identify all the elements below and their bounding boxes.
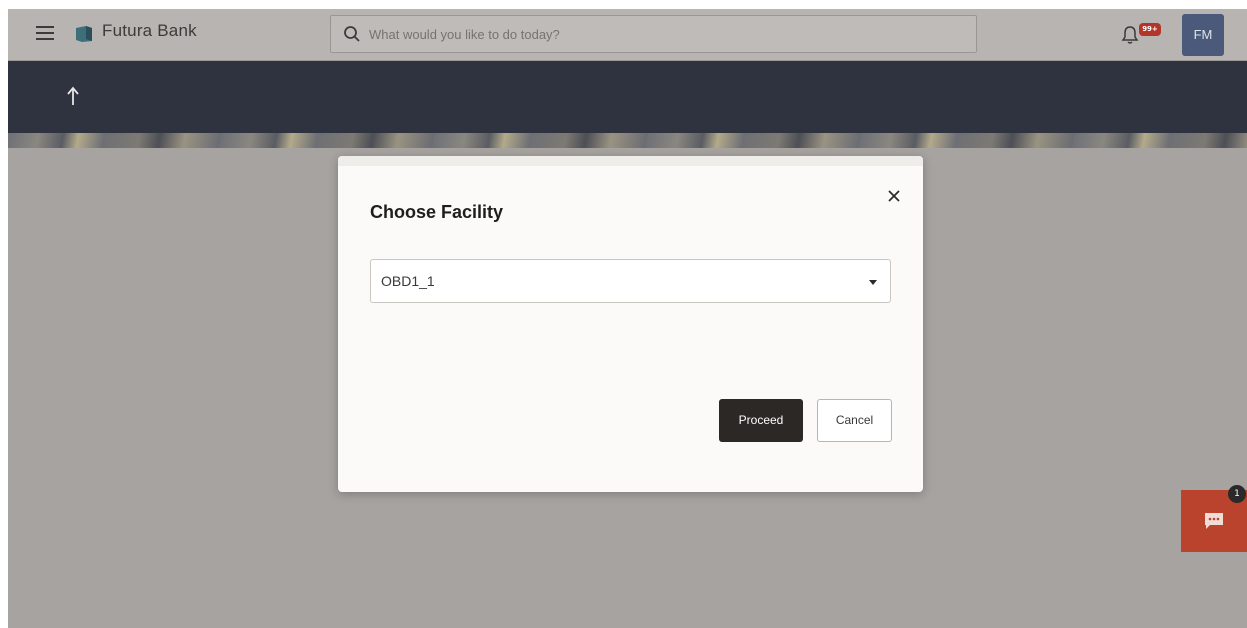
chat-icon <box>1205 513 1223 529</box>
hamburger-menu-icon[interactable] <box>36 26 54 40</box>
page-header-band <box>8 61 1247 133</box>
cancel-button[interactable]: Cancel <box>817 399 892 442</box>
decorative-banner-strip <box>8 133 1247 148</box>
app-frame: Futura Bank 99+ FM Choose Facility <box>8 9 1247 628</box>
chat-badge: 1 <box>1228 485 1246 503</box>
bank-logo-icon <box>76 26 92 42</box>
choose-facility-dialog: Choose Facility OBD1_1 Proceed Cancel <box>338 156 923 492</box>
chat-widget[interactable]: 1 <box>1181 485 1247 552</box>
search-input[interactable] <box>369 22 959 46</box>
facility-select-value: OBD1_1 <box>381 273 435 289</box>
back-arrow-icon[interactable] <box>66 85 80 107</box>
top-navigation-bar: Futura Bank 99+ FM <box>8 9 1247 61</box>
notification-badge: 99+ <box>1139 23 1161 36</box>
search-bar[interactable] <box>330 15 977 53</box>
proceed-button[interactable]: Proceed <box>719 399 803 442</box>
search-icon <box>344 26 360 42</box>
brand-name[interactable]: Futura Bank <box>102 21 197 41</box>
bell-icon[interactable] <box>1121 25 1139 45</box>
user-avatar[interactable]: FM <box>1182 14 1224 56</box>
close-icon[interactable] <box>886 188 902 204</box>
dialog-title: Choose Facility <box>370 202 504 222</box>
facility-select[interactable]: OBD1_1 <box>370 259 891 303</box>
dialog-top-border <box>338 156 923 166</box>
caret-down-icon <box>869 280 877 285</box>
